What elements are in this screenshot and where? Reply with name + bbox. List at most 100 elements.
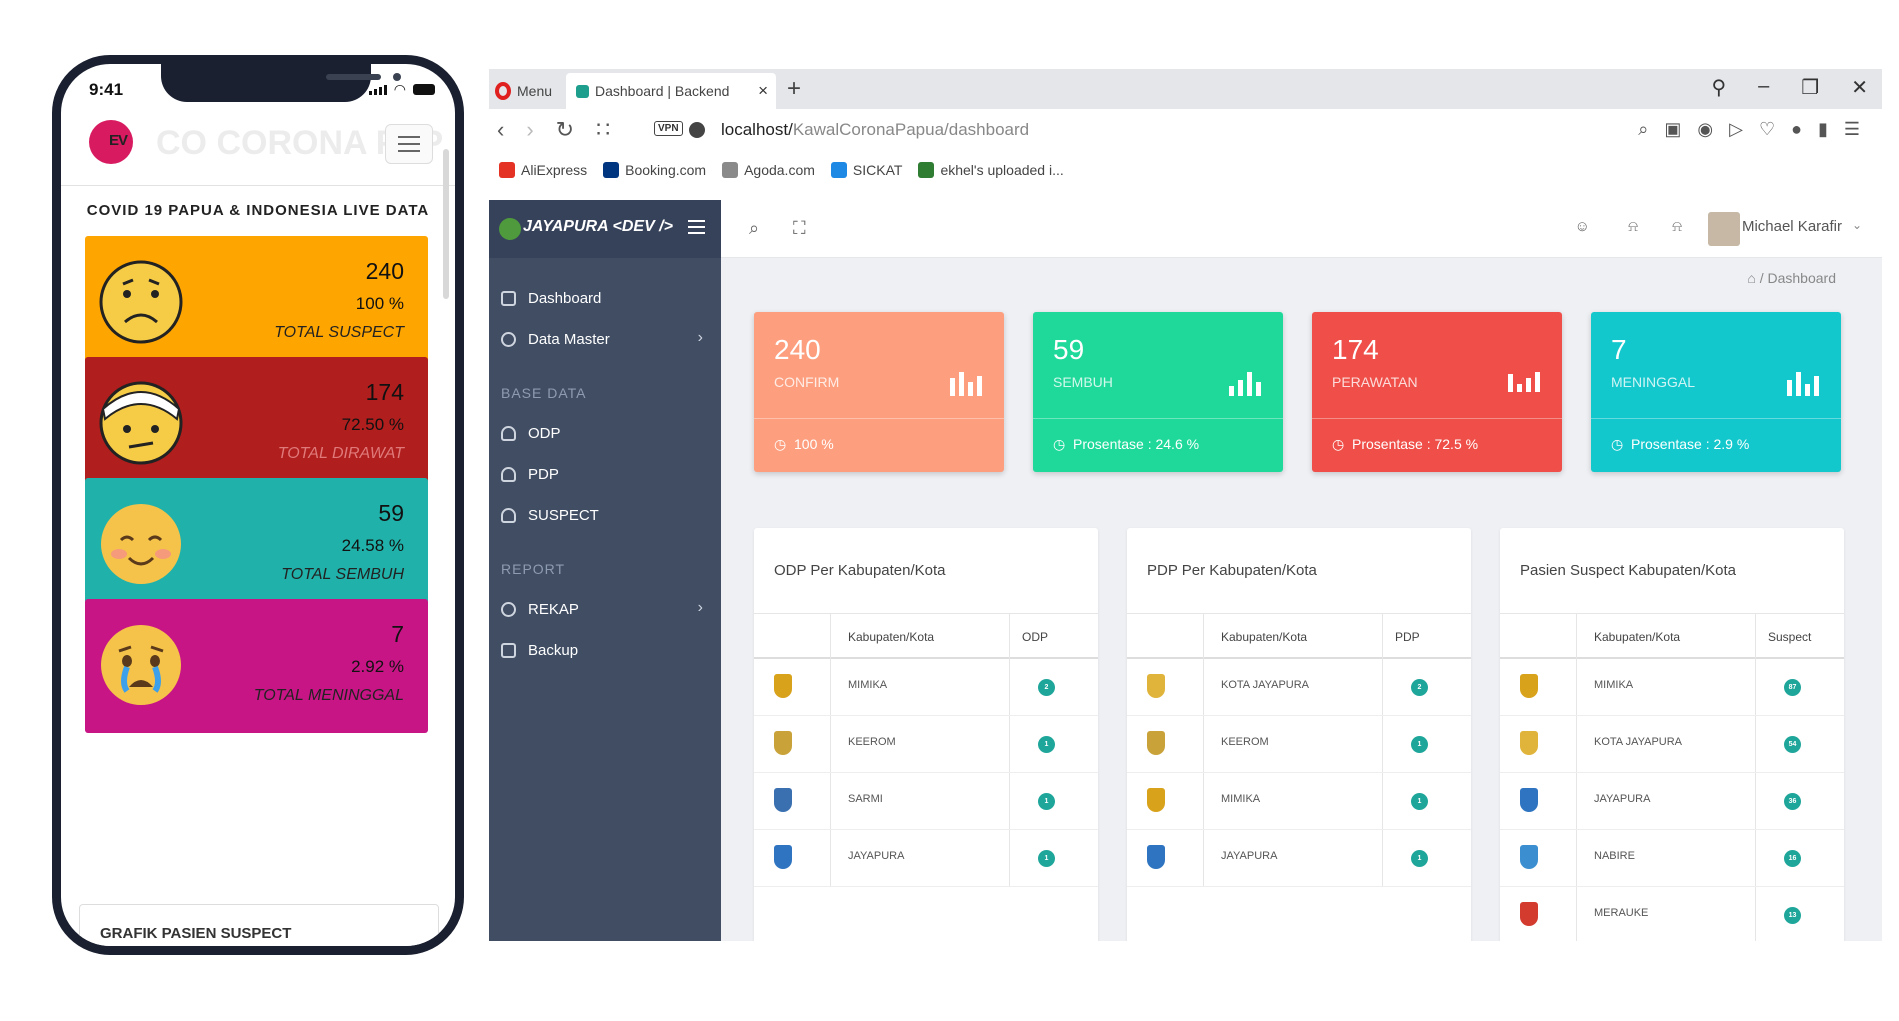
- restore-icon[interactable]: ❐: [1801, 75, 1819, 100]
- table-row[interactable]: MIMIKA 1: [1127, 773, 1471, 830]
- count-badge: 13: [1784, 907, 1801, 924]
- bookmark-label: ekhel's uploaded i...: [940, 162, 1064, 178]
- sidebar-item-odp[interactable]: ODP: [501, 425, 709, 442]
- heart-icon[interactable]: ♡: [1759, 119, 1775, 140]
- table-row[interactable]: JAYAPURA 1: [754, 830, 1098, 887]
- row-region-name: SARMI: [848, 793, 883, 805]
- table-row[interactable]: MERAUKE 13: [1500, 887, 1844, 941]
- table-row[interactable]: MIMIKA 87: [1500, 659, 1844, 716]
- column-header-value[interactable]: Suspect: [1768, 630, 1811, 644]
- url-path: KawalCoronaPapua/dashboard: [792, 120, 1030, 139]
- row-region-name: KOTA JAYAPURA: [1221, 679, 1310, 691]
- table-row[interactable]: KOTA JAYAPURA 2: [1127, 659, 1471, 716]
- sidebar-brand[interactable]: JAYAPURA <DEV />: [489, 200, 721, 258]
- new-tab-button[interactable]: +: [787, 75, 801, 103]
- backup-icon: [501, 643, 516, 658]
- stat-card[interactable]: 174 72.50 % TOTAL DIRAWAT: [85, 357, 428, 491]
- send-icon[interactable]: ▷: [1729, 119, 1743, 140]
- forward-icon[interactable]: ›: [526, 117, 533, 143]
- bookmark-favicon-icon: [603, 162, 620, 178]
- table-row[interactable]: KOTA JAYAPURA 54: [1500, 716, 1844, 773]
- stat-footer-text: Prosentase : 24.6 %: [1073, 436, 1200, 452]
- bookmark-item[interactable]: SICKAT: [830, 162, 902, 178]
- user-group-icon[interactable]: ☺: [1575, 218, 1590, 235]
- bookmark-favicon-icon: [830, 162, 847, 178]
- hamburger-menu-button[interactable]: [385, 124, 433, 164]
- stat-card[interactable]: 59 24.58 % TOTAL SEMBUH: [85, 478, 428, 612]
- bell-icon[interactable]: ⍾: [1628, 218, 1638, 235]
- table-row[interactable]: MIMIKA 2: [754, 659, 1098, 716]
- table-row[interactable]: KEEROM 1: [754, 716, 1098, 773]
- table-row[interactable]: JAYAPURA 36: [1500, 773, 1844, 830]
- column-header-region[interactable]: Kabupaten/Kota: [848, 630, 934, 644]
- scrollbar[interactable]: [443, 149, 449, 299]
- column-header-value[interactable]: ODP: [1022, 630, 1048, 644]
- stat-card[interactable]: 7 MENINGGAL ◷ Prosentase : 2.9 %: [1591, 312, 1841, 472]
- sidebar-item-rekap[interactable]: REKAP ›: [501, 599, 709, 618]
- search-icon[interactable]: ⌕: [1638, 119, 1648, 140]
- count-badge: 36: [1784, 793, 1801, 810]
- tab-dashboard[interactable]: Dashboard | Backend ×: [566, 73, 776, 109]
- column-header-region[interactable]: Kabupaten/Kota: [1221, 630, 1307, 644]
- bookmark-item[interactable]: AliExpress: [499, 162, 587, 178]
- chevron-down-icon[interactable]: ⌄: [1852, 218, 1862, 232]
- regency-crest-icon: [1147, 731, 1165, 755]
- avatar[interactable]: [1708, 212, 1740, 246]
- stat-footer: ◷ Prosentase : 72.5 %: [1332, 436, 1478, 453]
- extension-icon[interactable]: ●: [1791, 119, 1802, 140]
- table-row[interactable]: JAYAPURA 1: [1127, 830, 1471, 887]
- stat-card[interactable]: 174 PERAWATAN ◷ Prosentase : 72.5 %: [1312, 312, 1562, 472]
- close-icon[interactable]: ✕: [1851, 75, 1868, 100]
- search-icon[interactable]: ⚲: [1712, 75, 1727, 100]
- url-input[interactable]: localhost/KawalCoronaPapua/dashboard: [721, 120, 1029, 140]
- stat-number: 174: [1332, 334, 1379, 365]
- vpn-badge[interactable]: VPN: [654, 121, 683, 136]
- bookmark-item[interactable]: ekhel's uploaded i...: [918, 162, 1064, 178]
- back-icon[interactable]: ‹: [497, 117, 504, 143]
- bookmark-item[interactable]: Agoda.com: [722, 162, 815, 178]
- sidebar-item-backup[interactable]: Backup: [501, 642, 709, 659]
- site-info-icon[interactable]: [689, 122, 705, 138]
- home-icon[interactable]: ⌂: [1747, 270, 1755, 286]
- column-header-value[interactable]: PDP: [1395, 630, 1420, 644]
- sidebar-item-data-master[interactable]: Data Master ›: [501, 329, 709, 348]
- reload-icon[interactable]: ↻: [556, 117, 574, 143]
- table-row[interactable]: KEEROM 1: [1127, 716, 1471, 773]
- sidebar-item-dashboard[interactable]: Dashboard: [501, 290, 709, 307]
- sidebar-item-pdp[interactable]: PDP: [501, 466, 709, 483]
- notification-icon[interactable]: ⍾: [1672, 218, 1682, 235]
- stat-card[interactable]: 59 SEMBUH ◷ Prosentase : 24.6 %: [1033, 312, 1283, 472]
- search-icon[interactable]: ⌕: [749, 218, 759, 239]
- panel-title: ODP Per Kabupaten/Kota: [774, 562, 946, 579]
- fullscreen-icon[interactable]: ⛶: [793, 218, 806, 239]
- sidebar-toggle-icon[interactable]: [688, 220, 705, 234]
- data-table-panel: Pasien Suspect Kabupaten/Kota Kabupaten/K…: [1500, 528, 1844, 941]
- tab-close-icon[interactable]: ×: [758, 81, 768, 101]
- camera-icon[interactable]: ▣: [1664, 119, 1681, 140]
- table-row[interactable]: SARMI 1: [754, 773, 1098, 830]
- regency-crest-icon: [1520, 902, 1538, 926]
- clock-icon: ◷: [1611, 436, 1624, 452]
- stat-card[interactable]: 240 100 % TOTAL SUSPECT: [85, 236, 428, 370]
- database-icon: [501, 332, 516, 347]
- bookmark-item[interactable]: Booking.com: [603, 162, 706, 178]
- stat-label: SEMBUH: [1053, 374, 1113, 390]
- clock-icon: ◷: [1053, 436, 1066, 452]
- minimize-icon[interactable]: –: [1758, 75, 1769, 100]
- bookmark-favicon-icon: [499, 162, 515, 178]
- stat-card[interactable]: 240 CONFIRM ◷ 100 %: [754, 312, 1004, 472]
- count-badge: 1: [1411, 850, 1428, 867]
- speed-dial-icon[interactable]: ∷: [596, 117, 610, 143]
- row-region-name: KEEROM: [1221, 736, 1269, 748]
- sidebar-item-suspect[interactable]: SUSPECT: [501, 507, 709, 524]
- row-region-name: JAYAPURA: [848, 850, 905, 862]
- breadcrumb-current: Dashboard: [1767, 270, 1837, 286]
- user-name[interactable]: Michael Karafir: [1742, 218, 1842, 235]
- opera-menu-button[interactable]: Menu: [489, 73, 564, 109]
- column-header-region[interactable]: Kabupaten/Kota: [1594, 630, 1680, 644]
- battery-saver-icon[interactable]: ▮: [1818, 119, 1828, 140]
- shield-icon[interactable]: ◉: [1697, 119, 1713, 140]
- stat-card[interactable]: 7 2.92 % TOTAL MENINGGAL: [85, 599, 428, 733]
- easy-setup-icon[interactable]: ☰: [1844, 119, 1860, 140]
- table-row[interactable]: NABIRE 16: [1500, 830, 1844, 887]
